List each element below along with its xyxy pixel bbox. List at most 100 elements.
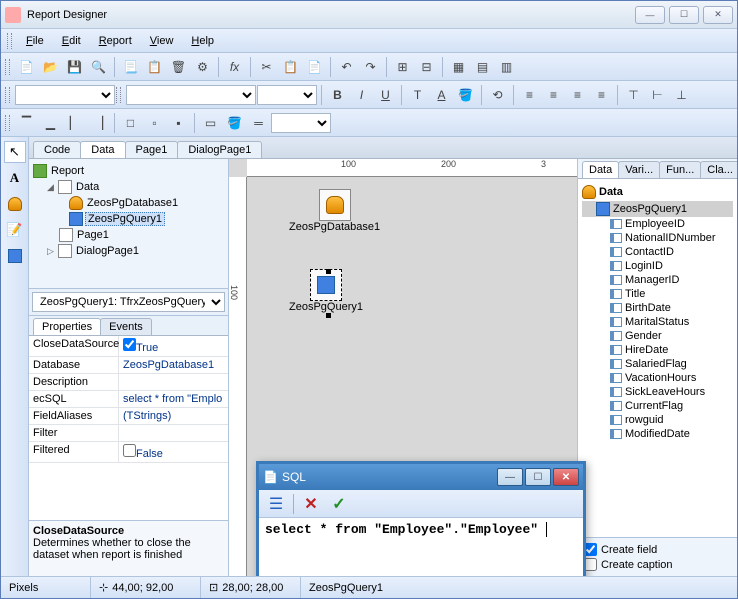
menu-edit[interactable]: Edit xyxy=(54,32,89,50)
canvas-object-query[interactable]: ZeosPgQuery1 xyxy=(289,269,363,313)
property-grid[interactable]: CloseDataSourceTrueDatabaseZeosPgDatabas… xyxy=(29,336,228,520)
fitgrid-icon[interactable]: ▥ xyxy=(495,55,518,78)
highlight-icon[interactable]: A xyxy=(430,83,453,106)
undo-icon[interactable]: ↶ xyxy=(335,55,358,78)
newpage-icon[interactable]: 📃 xyxy=(119,55,142,78)
valign-middle-icon[interactable]: ⊢ xyxy=(646,83,669,106)
data-tree[interactable]: Data ZeosPgQuery1 EmployeeIDNationalIDNu… xyxy=(578,179,737,537)
check-create-caption[interactable]: Create caption xyxy=(584,557,731,572)
tab-variables[interactable]: Vari... xyxy=(618,161,660,178)
tree-node-report[interactable]: Report xyxy=(33,163,224,179)
property-row[interactable]: Description xyxy=(29,374,228,391)
data-field[interactable]: Gender xyxy=(582,329,733,343)
tree-node-page1[interactable]: Page1 xyxy=(33,227,224,243)
object-combo[interactable]: ZeosPgQuery1: TfrxZeosPgQuery xyxy=(32,292,225,312)
sql-window[interactable]: 📄SQL — ☐ ✕ ☰ ✕ ✓ select * from "Employee… xyxy=(256,461,586,576)
minimize-button[interactable]: — xyxy=(635,6,665,24)
property-row[interactable]: FilteredFalse xyxy=(29,442,228,463)
data-field[interactable]: Title xyxy=(582,287,733,301)
tab-data[interactable]: Data xyxy=(80,141,125,158)
redo-icon[interactable]: ↷ xyxy=(359,55,382,78)
property-value[interactable]: select * from "Emplo xyxy=(119,391,228,407)
menu-view[interactable]: View xyxy=(142,32,182,50)
data-field[interactable]: EmployeeID xyxy=(582,217,733,231)
aligngrid-icon[interactable]: ▤ xyxy=(471,55,494,78)
fontcolor-icon[interactable]: T xyxy=(406,83,429,106)
tree-node-dialog[interactable]: ▷DialogPage1 xyxy=(33,243,224,259)
frame-right-icon[interactable]: ▕ xyxy=(87,111,110,134)
data-field[interactable]: rowguid xyxy=(582,413,733,427)
text1-tool-icon[interactable]: 📝 xyxy=(4,219,26,241)
menu-report[interactable]: Report xyxy=(91,32,140,50)
frame-edit-icon[interactable]: ▭ xyxy=(199,111,222,134)
deletepage-icon[interactable]: 🗑 xyxy=(167,55,190,78)
property-row[interactable]: Filter xyxy=(29,425,228,442)
data-tree-query[interactable]: ZeosPgQuery1 xyxy=(582,201,733,217)
frame-width-combo[interactable] xyxy=(271,113,331,133)
tab-events[interactable]: Events xyxy=(100,318,152,335)
frame-color-icon[interactable]: 🪣 xyxy=(223,111,246,134)
menu-grip[interactable] xyxy=(7,33,12,49)
select-tool-icon[interactable]: ↖ xyxy=(4,141,26,163)
fillcolor-icon[interactable]: 🪣 xyxy=(454,83,477,106)
ungroup-icon[interactable]: ⊟ xyxy=(415,55,438,78)
pagesettings-icon[interactable]: ⚙ xyxy=(191,55,214,78)
copy-icon[interactable]: 📋 xyxy=(279,55,302,78)
cut-icon[interactable]: ✂ xyxy=(255,55,278,78)
toolbar-grip[interactable] xyxy=(5,87,10,103)
check-create-field[interactable]: Create field xyxy=(584,542,731,557)
preview-icon[interactable]: 🔍 xyxy=(87,55,110,78)
data-tree-root[interactable]: Data xyxy=(582,183,733,201)
data-field[interactable]: ModifiedDate xyxy=(582,427,733,441)
property-value[interactable] xyxy=(119,374,228,390)
valign-bottom-icon[interactable]: ⊥ xyxy=(670,83,693,106)
property-row[interactable]: FieldAliases(TStrings) xyxy=(29,408,228,425)
tree-node-data[interactable]: ◢Data xyxy=(33,179,224,195)
db-tool-icon[interactable] xyxy=(4,193,26,215)
menu-help[interactable]: Help xyxy=(183,32,222,50)
canvas-object-database[interactable]: ZeosPgDatabase1 xyxy=(289,189,380,233)
close-button[interactable]: ✕ xyxy=(703,6,733,24)
fontsize-combo[interactable] xyxy=(257,85,317,105)
style-combo[interactable] xyxy=(15,85,115,105)
list-icon[interactable]: ☰ xyxy=(265,493,287,515)
data-field[interactable]: LoginID xyxy=(582,259,733,273)
tab-functions[interactable]: Fun... xyxy=(659,161,701,178)
data-field[interactable]: NationalIDNumber xyxy=(582,231,733,245)
frame-shadow-icon[interactable]: ▪ xyxy=(167,111,190,134)
property-value[interactable]: False xyxy=(119,442,228,462)
property-row[interactable]: CloseDataSourceTrue xyxy=(29,336,228,357)
align-right-icon[interactable]: ≡ xyxy=(566,83,589,106)
property-value[interactable]: True xyxy=(119,336,228,356)
tab-data-right[interactable]: Data xyxy=(582,161,619,178)
toolbar-grip[interactable] xyxy=(116,87,121,103)
frame-left-icon[interactable]: ▏ xyxy=(63,111,86,134)
property-row[interactable]: DatabaseZeosPgDatabase1 xyxy=(29,357,228,374)
tree-node-zeosdb[interactable]: ZeosPgDatabase1 xyxy=(33,195,224,211)
data-field[interactable]: ContactID xyxy=(582,245,733,259)
italic-icon[interactable]: I xyxy=(350,83,373,106)
tab-code[interactable]: Code xyxy=(33,141,81,158)
cancel-icon[interactable]: ✕ xyxy=(300,493,322,515)
align-center-icon[interactable]: ≡ xyxy=(542,83,565,106)
ok-icon[interactable]: ✓ xyxy=(328,493,350,515)
showgrid-icon[interactable]: ▦ xyxy=(447,55,470,78)
sql-minimize-button[interactable]: — xyxy=(497,468,523,486)
tab-dialogpage1[interactable]: DialogPage1 xyxy=(177,141,262,158)
toolbar-grip[interactable] xyxy=(5,115,10,131)
new-icon[interactable]: 📄 xyxy=(15,55,38,78)
font-combo[interactable] xyxy=(126,85,256,105)
tab-page1[interactable]: Page1 xyxy=(125,141,179,158)
tree-node-zeosquery[interactable]: ZeosPgQuery1 xyxy=(33,211,224,227)
tab-classes[interactable]: Cla... xyxy=(700,161,737,178)
paste-icon[interactable]: 📄 xyxy=(303,55,326,78)
frame-style-icon[interactable]: ═ xyxy=(247,111,270,134)
menu-file[interactable]: File xyxy=(18,32,52,50)
underline-icon[interactable]: U xyxy=(374,83,397,106)
collapse-icon[interactable]: ◢ xyxy=(45,182,56,193)
property-value[interactable] xyxy=(119,425,228,441)
toolbar-grip[interactable] xyxy=(5,59,10,75)
sql-titlebar[interactable]: 📄SQL — ☐ ✕ xyxy=(259,464,583,490)
save-icon[interactable]: 💾 xyxy=(63,55,86,78)
data-field[interactable]: HireDate xyxy=(582,343,733,357)
